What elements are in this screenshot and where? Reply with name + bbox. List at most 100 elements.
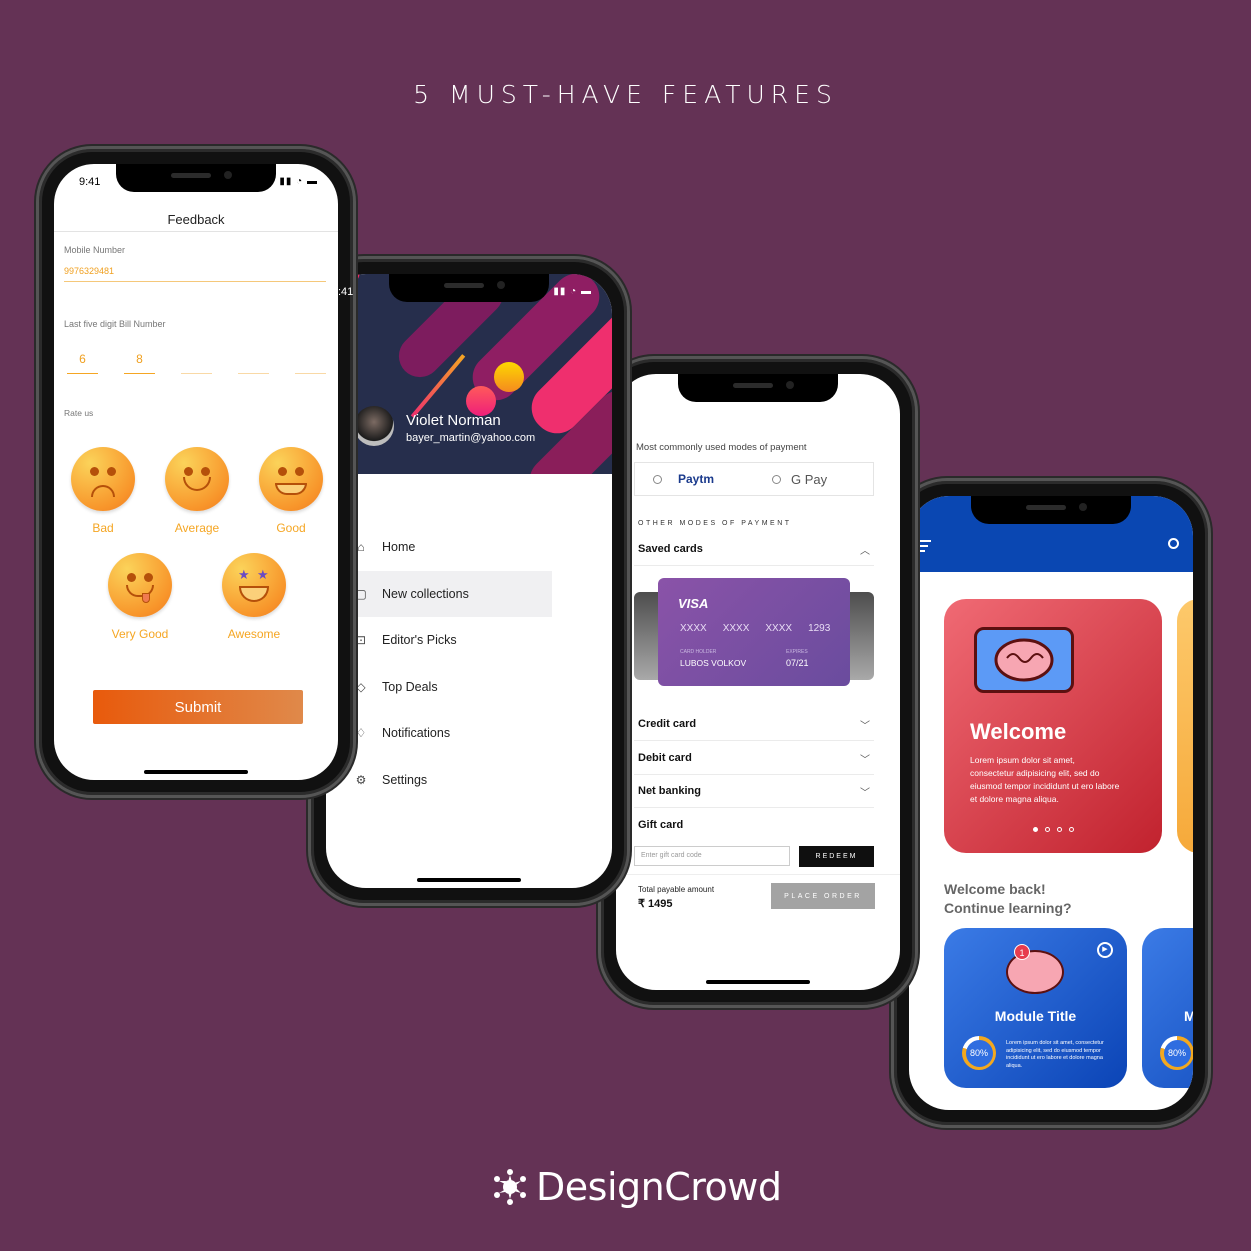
progress-value: 80%: [965, 1039, 993, 1067]
page-headline: 5 MUST-HAVE FEATURES: [413, 80, 838, 109]
progress-value: 80%: [1163, 1039, 1191, 1067]
notch: [116, 164, 276, 192]
next-card-peek[interactable]: [1177, 599, 1193, 853]
rating-very-good[interactable]: Very Good: [107, 553, 173, 641]
welcome-card[interactable]: Welcome Lorem ipsum dolor sit amet, cons…: [944, 599, 1162, 853]
tongue-face-icon: [108, 553, 172, 617]
menu-icon[interactable]: [917, 540, 931, 552]
debit-card-row[interactable]: Debit card ﹀: [634, 742, 874, 775]
rating-label: Very Good: [111, 627, 169, 641]
carousel-dot[interactable]: [1032, 827, 1038, 832]
page-title: Feedback: [167, 212, 225, 227]
menu-item-home[interactable]: ⌂ Home: [326, 524, 612, 571]
digit-input[interactable]: 6: [67, 352, 98, 374]
bill-digit-inputs: 6 8: [67, 352, 326, 374]
expires-value: 07/21: [786, 658, 809, 668]
digit-input[interactable]: [295, 352, 326, 374]
section-label: Net banking: [638, 785, 701, 797]
digit-input[interactable]: 8: [124, 352, 155, 374]
gpay-radio[interactable]: [772, 474, 782, 484]
menu-item-settings[interactable]: ⚙ Settings: [326, 757, 612, 804]
submit-button[interactable]: Submit: [93, 690, 303, 724]
brand-name: DesignCrowd: [536, 1165, 782, 1209]
rating-label: Good: [276, 521, 306, 535]
profile-name: Violet Norman: [406, 412, 501, 429]
rating-average[interactable]: Average: [164, 447, 230, 535]
starburst-people-icon: [494, 1169, 526, 1205]
rating-label: Awesome: [227, 627, 281, 641]
continue-heading: Welcome back! Continue learning?: [944, 880, 1072, 918]
paytm-radio[interactable]: [653, 474, 662, 484]
notch: [389, 274, 549, 302]
menu-item-top-deals[interactable]: ◇ Top Deals: [326, 664, 612, 711]
status-time: :41: [338, 286, 354, 298]
rating-label: Bad: [92, 521, 114, 535]
gift-card-label: Gift card: [638, 818, 684, 831]
notch: [678, 374, 838, 402]
card-number-group: XXXX: [765, 623, 793, 634]
notch: [971, 496, 1131, 524]
designcrowd-logo: DesignCrowd: [490, 1165, 782, 1209]
sticky-note-icon: ▢: [355, 586, 367, 601]
mobile-label: Mobile Number: [64, 245, 126, 255]
module-card[interactable]: M 80%: [1142, 928, 1193, 1088]
status-icons: ▮▮ ◔ ▬: [553, 286, 592, 297]
card-number-group: XXXX: [680, 623, 707, 634]
paytm-logo[interactable]: Paytm: [678, 472, 714, 486]
phone-payment: Most commonly used modes of payment Payt…: [598, 356, 918, 1008]
search-icon[interactable]: [1168, 538, 1179, 549]
digit-input[interactable]: [238, 352, 269, 374]
welcome-text: Lorem ipsum dolor sit amet, consectetur …: [970, 755, 1120, 804]
total-amount: ₹ 1495: [638, 898, 673, 910]
star-eyes-face-icon: ★ ★: [222, 553, 286, 617]
credit-card-row[interactable]: Credit card ﹀: [634, 708, 874, 741]
menu-item-new-collections[interactable]: ▢ New collections: [326, 570, 552, 617]
menu-item-label: Editor's Picks: [382, 633, 457, 648]
bill-label: Last five digit Bill Number: [64, 319, 166, 329]
gpay-logo[interactable]: G Pay: [791, 472, 827, 487]
menu-item-editors-picks[interactable]: ⊡ Editor's Picks: [326, 617, 612, 664]
home-indicator: [144, 770, 248, 774]
redeem-button[interactable]: REDEEM: [799, 846, 874, 867]
net-banking-row[interactable]: Net banking ﹀: [634, 775, 874, 808]
carousel-dot[interactable]: [1068, 827, 1074, 832]
bell-icon: ♢: [355, 726, 367, 741]
gear-icon: ⚙: [355, 772, 367, 787]
play-icon[interactable]: ▶: [1097, 942, 1113, 958]
rating-bad[interactable]: Bad: [70, 447, 136, 535]
carousel-dot[interactable]: [1044, 827, 1050, 832]
visa-card[interactable]: VISA XXXX XXXX XXXX 1293 CARD HOLDER LUB…: [658, 578, 850, 686]
rating-label: Average: [174, 521, 220, 535]
expires-label: EXPIRES: [786, 649, 808, 655]
place-order-button[interactable]: PLACE ORDER: [771, 883, 875, 909]
menu-item-label: New collections: [382, 586, 469, 601]
avatar[interactable]: [354, 406, 394, 446]
digit-input[interactable]: [181, 352, 212, 374]
menu-item-label: Home: [382, 540, 416, 555]
rate-label: Rate us: [64, 408, 94, 418]
payment-screen: Most commonly used modes of payment Payt…: [616, 374, 900, 990]
divider: [54, 231, 338, 232]
module-text: Lorem ipsum dolor sit amet, consectetur …: [1006, 1040, 1104, 1069]
chevron-down-icon: ﹀: [860, 720, 870, 732]
drawer-menu: ⌂ Home ▢ New collections ⊡ Editor's Picks ◇…: [326, 524, 612, 803]
sad-face-icon: [71, 447, 135, 511]
mobile-input[interactable]: 9976329481: [64, 266, 326, 282]
menu-item-notifications[interactable]: ♢ Notifications: [326, 710, 612, 757]
other-modes-label: OTHER MODES OF PAYMENT: [638, 520, 792, 527]
phone-feedback: 9:41 ▮▮ ◔ ▬ Feedback Mobile Number 99763…: [36, 146, 356, 798]
card-number: XXXX XXXX XXXX 1293: [680, 623, 830, 634]
grin-face-icon: [259, 447, 323, 511]
rating-good[interactable]: Good: [258, 447, 324, 535]
phone-learning-app: Welcome Lorem ipsum dolor sit amet, cons…: [891, 478, 1211, 1128]
progress-ring: 80%: [1160, 1036, 1193, 1070]
menu-item-label: Notifications: [382, 726, 451, 741]
gift-card-input[interactable]: Enter gift card code: [634, 846, 790, 866]
module-card[interactable]: 1 ▶ Module Title 80% Lorem ipsum dolor s…: [944, 928, 1127, 1088]
inbox-star-icon: ⊡: [355, 633, 367, 648]
menu-item-label: Top Deals: [382, 679, 438, 694]
progress-ring: 80%: [962, 1036, 996, 1070]
rating-awesome[interactable]: ★ ★ Awesome: [221, 553, 287, 641]
carousel-dot[interactable]: [1056, 827, 1062, 832]
saved-cards-row[interactable]: Saved cards ︿: [634, 533, 874, 566]
